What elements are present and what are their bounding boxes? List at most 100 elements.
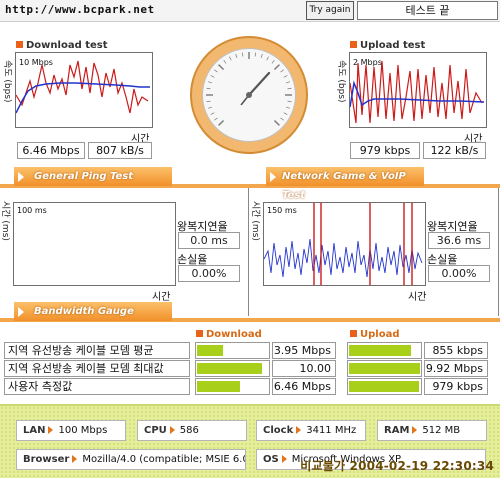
- download-y-label: 속도 (bps): [2, 60, 12, 103]
- os-label: OS: [263, 454, 279, 465]
- tab-bandwidth-gauge-label: Bandwidth Gauge: [34, 306, 134, 317]
- bandwidth-upload-bar: [347, 360, 422, 377]
- upload-kbs-value: 122 kB/s: [423, 142, 486, 159]
- gauge-needle-svg: [206, 52, 292, 126]
- play-icon: [270, 172, 276, 182]
- gauge-tick: [241, 52, 244, 57]
- gauge-tick: [210, 75, 215, 78]
- gauge-tick: [223, 60, 227, 64]
- tab-network-game[interactable]: Network Game & VoIP Test: [266, 167, 424, 201]
- cpu-field: CPU 586: [137, 420, 247, 441]
- bar-fill: [349, 363, 420, 374]
- game-loss-value: 0.00%: [428, 265, 490, 282]
- cpu-value: 586: [179, 425, 199, 436]
- arrow-icon: [169, 426, 175, 434]
- bandwidth-download-header-text: Download: [206, 329, 262, 340]
- gauge-tick: [273, 119, 280, 126]
- try-again-button[interactable]: Try again: [306, 1, 354, 20]
- bandwidth-row-label: 지역 유선방송 케이블 모뎀 평균: [4, 342, 190, 359]
- clock-value: 3411 MHz: [306, 425, 357, 436]
- browser-field: Browser Mozilla/4.0 (compatible; MSIE 6.0: [16, 449, 246, 470]
- gauge-tick: [283, 75, 288, 78]
- bandwidth-upload-value: 855 kbps: [424, 342, 488, 359]
- download-kbs-value: 807 kB/s: [88, 142, 152, 159]
- gauge-tick: [280, 117, 284, 121]
- gauge-tick: [206, 100, 211, 103]
- gauge-tick: [280, 69, 284, 73]
- lan-label: LAN: [23, 425, 46, 436]
- gauge-tick: [207, 106, 213, 109]
- gauge-tick: [206, 87, 211, 90]
- bandwidth-download-bar: [195, 360, 270, 377]
- ping-y-label: 시간 (ms): [0, 201, 10, 241]
- ram-value: 512 MB: [422, 425, 461, 436]
- gauge-hub: [246, 92, 252, 98]
- speed-gauge: [190, 36, 308, 154]
- gauge-tick: [218, 64, 225, 71]
- gauge-tick: [229, 56, 232, 61]
- cpu-label: CPU: [144, 425, 167, 436]
- download-chart: 10 Mbps: [15, 52, 153, 128]
- play-icon: [18, 172, 24, 182]
- bullet-icon: [16, 41, 23, 48]
- gauge-tick: [285, 81, 291, 84]
- ping-rtt-value: 0.0 ms: [178, 232, 240, 249]
- ping-x-label: 시간: [152, 292, 171, 303]
- gauge-tick: [271, 60, 275, 64]
- gauge-tick: [287, 100, 292, 103]
- bandwidth-upload-value: 9.92 Mbps: [424, 360, 488, 377]
- bandwidth-upload-bar: [347, 342, 422, 359]
- bandwidth-upload-bar: [347, 378, 422, 395]
- tab-general-ping[interactable]: General Ping Test: [14, 167, 172, 186]
- arrow-icon: [72, 455, 78, 463]
- tab-bandwidth-gauge[interactable]: Bandwidth Gauge: [14, 302, 172, 321]
- lan-field: LAN 100 Mbps: [16, 420, 126, 441]
- download-mbps-value: 6.46 Mbps: [17, 142, 85, 159]
- arrow-icon: [281, 455, 287, 463]
- bandwidth-upload-value: 979 kbps: [424, 378, 488, 395]
- gauge-tick: [287, 87, 292, 90]
- ram-field: RAM 512 MB: [377, 420, 487, 441]
- game-chart-svg: [263, 203, 423, 285]
- game-x-label: 시간: [408, 292, 427, 303]
- bar-fill: [197, 363, 262, 374]
- game-latency-series: [263, 238, 423, 278]
- arrow-icon: [296, 426, 302, 434]
- game-scale: 150 ms: [267, 206, 297, 215]
- bandwidth-upload-header: Upload: [350, 329, 399, 340]
- panel-border-right: [498, 188, 499, 316]
- bar-fill: [197, 345, 223, 356]
- gauge-tick: [214, 117, 218, 121]
- bandwidth-row-label: 사용자 측정값: [4, 378, 190, 395]
- upload-scale: 2 Mbps: [353, 58, 382, 67]
- ram-label: RAM: [384, 425, 410, 436]
- clock-field: Clock 3411 MHz: [256, 420, 366, 441]
- gauge-tick: [214, 69, 218, 73]
- capture-stamp: 비교불가 2004-02-19 22:30:34: [300, 459, 494, 473]
- bar-fill: [197, 381, 240, 392]
- gauge-tick: [207, 81, 213, 84]
- site-url: http://www.bcpark.net: [5, 3, 155, 16]
- ping-chart: 100 ms: [13, 202, 176, 286]
- bar-fill: [349, 345, 411, 356]
- gauge-tick: [210, 112, 215, 115]
- panel-divider: [248, 188, 249, 316]
- game-rtt-value: 36.6 ms: [428, 232, 490, 249]
- arrow-icon: [48, 426, 54, 434]
- game-y-label: 시간 (ms): [250, 201, 260, 241]
- bullet-icon: [196, 330, 203, 337]
- game-chart: 150 ms: [263, 202, 426, 286]
- upload-title-text: Upload test: [360, 40, 426, 51]
- bullet-icon: [350, 41, 357, 48]
- top-bar: http://www.bcpark.net Try again 테스트 끝: [0, 0, 500, 22]
- upload-raw-series: [349, 60, 483, 124]
- upload-title: Upload test: [350, 40, 425, 51]
- gauge-tick: [266, 56, 269, 61]
- gauge-tick: [254, 52, 257, 57]
- gauge-needle: [247, 71, 271, 97]
- bandwidth-download-header: Download: [196, 329, 262, 340]
- gauge-tick: [273, 64, 280, 71]
- ping-loss-value: 0.00%: [178, 265, 240, 282]
- download-scale: 10 Mbps: [19, 58, 53, 67]
- upload-kbps-value: 979 kbps: [350, 142, 420, 159]
